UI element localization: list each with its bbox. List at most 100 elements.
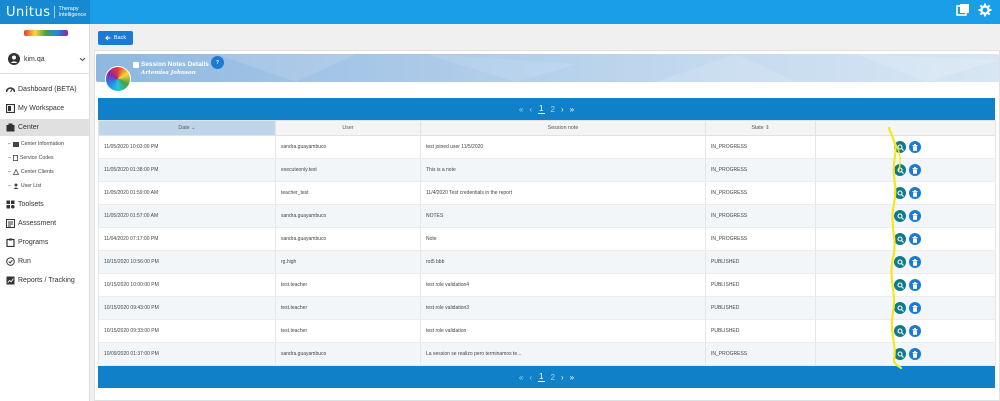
delete-note-button[interactable] [909, 141, 921, 153]
page-2-button[interactable]: 2 [551, 105, 555, 114]
sidebar-subitem-user-list[interactable]: – User List [0, 180, 90, 192]
prev-page-button[interactable]: ‹ [529, 105, 532, 114]
view-note-button[interactable] [894, 256, 906, 268]
page-2-button[interactable]: 2 [551, 373, 555, 382]
cell-user: test.teacher [275, 273, 421, 297]
delete-note-button[interactable] [909, 164, 921, 176]
column-header-session-note[interactable]: Session note [420, 120, 706, 136]
cell-actions [815, 227, 996, 251]
cell-user: test.teacher [275, 319, 421, 343]
trash-icon [912, 327, 918, 335]
cell-state: IN_PROGRESS [705, 204, 816, 228]
cell-actions [815, 181, 996, 205]
delete-note-button[interactable] [909, 302, 921, 314]
top-bar: Unitus Therapy Intelligence [0, 0, 1000, 24]
row-actions [821, 187, 995, 199]
cell-session-note: This is a note [420, 158, 706, 182]
delete-note-button[interactable] [909, 233, 921, 245]
sidebar-subitem-center-information[interactable]: – Center Information [0, 138, 90, 150]
cell-date: 11/05/2020 10:03:00 PM [98, 135, 276, 159]
table-row: 11/04/2020 07:17:00 PM sandra.guayambuco N… [98, 227, 996, 251]
back-button[interactable]: Back [98, 31, 133, 45]
cell-session-note: NOTES [420, 204, 706, 228]
cell-user: rg.high [275, 250, 421, 274]
sidebar-item-center[interactable]: Center [0, 119, 90, 136]
sidebar-subitem-center-clients[interactable]: – Center Clients [0, 166, 90, 178]
search-icon [896, 350, 904, 358]
delete-note-button[interactable] [909, 348, 921, 360]
pagination-top: « ‹ 1 2 › » [98, 98, 995, 120]
sidebar-item-assessment[interactable]: Assessment [0, 215, 90, 232]
trash-icon [912, 350, 918, 358]
search-icon [896, 166, 904, 174]
cell-state: IN_PROGRESS [705, 158, 816, 182]
sidebar-item-my-workspace[interactable]: My Workspace [0, 100, 90, 117]
view-note-button[interactable] [894, 210, 906, 222]
delete-note-button[interactable] [909, 325, 921, 337]
view-note-button[interactable] [894, 325, 906, 337]
users-icon [13, 183, 19, 189]
cell-date: 11/04/2020 07:17:00 PM [98, 227, 276, 251]
trash-icon [912, 212, 918, 220]
view-note-button[interactable] [894, 348, 906, 360]
user-menu[interactable]: kim.qa [8, 52, 86, 66]
sidebar-item-label: Run [18, 258, 31, 265]
reports-icon [6, 276, 15, 285]
delete-note-button[interactable] [909, 279, 921, 291]
view-note-button[interactable] [894, 279, 906, 291]
trash-icon [912, 189, 918, 197]
prev-page-button[interactable]: ‹ [529, 373, 532, 382]
next-page-button[interactable]: › [561, 373, 564, 382]
sidebar-item-reports-tracking[interactable]: Reports / Tracking [0, 272, 90, 289]
sidebar-subitem-label: Center Clients [20, 169, 54, 175]
sidebar-item-run[interactable]: Run [0, 253, 90, 270]
column-header-state[interactable]: State ⇕ [705, 120, 816, 136]
sidebar-item-label: Dashboard (BETA) [18, 86, 77, 93]
trash-icon [912, 304, 918, 312]
help-button[interactable]: ? [211, 56, 224, 69]
center-icon [6, 123, 15, 132]
tree-dash: – [8, 183, 11, 189]
cell-actions [815, 250, 996, 274]
username: kim.qa [24, 55, 45, 63]
page-1-button[interactable]: 1 [538, 372, 545, 382]
toolsets-icon [6, 200, 15, 209]
cell-date: 10/15/2020 10:56:00 PM [98, 250, 276, 274]
view-note-button[interactable] [894, 302, 906, 314]
view-note-button[interactable] [894, 187, 906, 199]
last-page-button[interactable]: » [570, 105, 574, 114]
gear-icon[interactable] [978, 3, 992, 17]
sidebar-subitem-service-codes[interactable]: – Service Codes [0, 152, 90, 164]
first-page-button[interactable]: « [519, 373, 523, 382]
chevron-down-icon[interactable] [79, 57, 86, 62]
first-page-button[interactable]: « [519, 105, 523, 114]
delete-note-button[interactable] [909, 256, 921, 268]
view-note-button[interactable] [894, 164, 906, 176]
sidebar-item-label: Center [18, 124, 40, 131]
last-page-button[interactable]: » [570, 373, 574, 382]
cell-session-note: test role validation3 [420, 296, 706, 320]
windows-icon[interactable] [956, 3, 970, 17]
table-row: 10/09/2020 01:37:00 PM sandra.guayambuco L… [98, 342, 996, 366]
delete-note-button[interactable] [909, 210, 921, 222]
trash-icon [912, 166, 918, 174]
tree-dash: – [8, 155, 11, 161]
view-note-button[interactable] [894, 233, 906, 245]
next-page-button[interactable]: › [561, 105, 564, 114]
cell-session-note: test role validation4 [420, 273, 706, 297]
sidebar-item-toolsets[interactable]: Toolsets [0, 196, 90, 213]
tree-dash: – [8, 141, 11, 147]
cell-user: sandra.guayambuco [275, 342, 421, 366]
table-header-row: Date ⌄ User Session note State ⇕ [98, 120, 996, 136]
sidebar-item-dashboard[interactable]: Dashboard (BETA) [0, 81, 90, 98]
column-header-user[interactable]: User [275, 120, 421, 136]
page-1-button[interactable]: 1 [538, 104, 545, 114]
delete-note-button[interactable] [909, 187, 921, 199]
view-note-button[interactable] [894, 141, 906, 153]
row-actions [821, 325, 995, 337]
column-header-label: User [342, 125, 354, 131]
brand-logo[interactable]: Unitus Therapy Intelligence [0, 0, 90, 24]
cell-session-note: test role validation [420, 319, 706, 343]
column-header-date[interactable]: Date ⌄ [98, 120, 276, 136]
sidebar-item-programs[interactable]: Programs [0, 234, 90, 251]
